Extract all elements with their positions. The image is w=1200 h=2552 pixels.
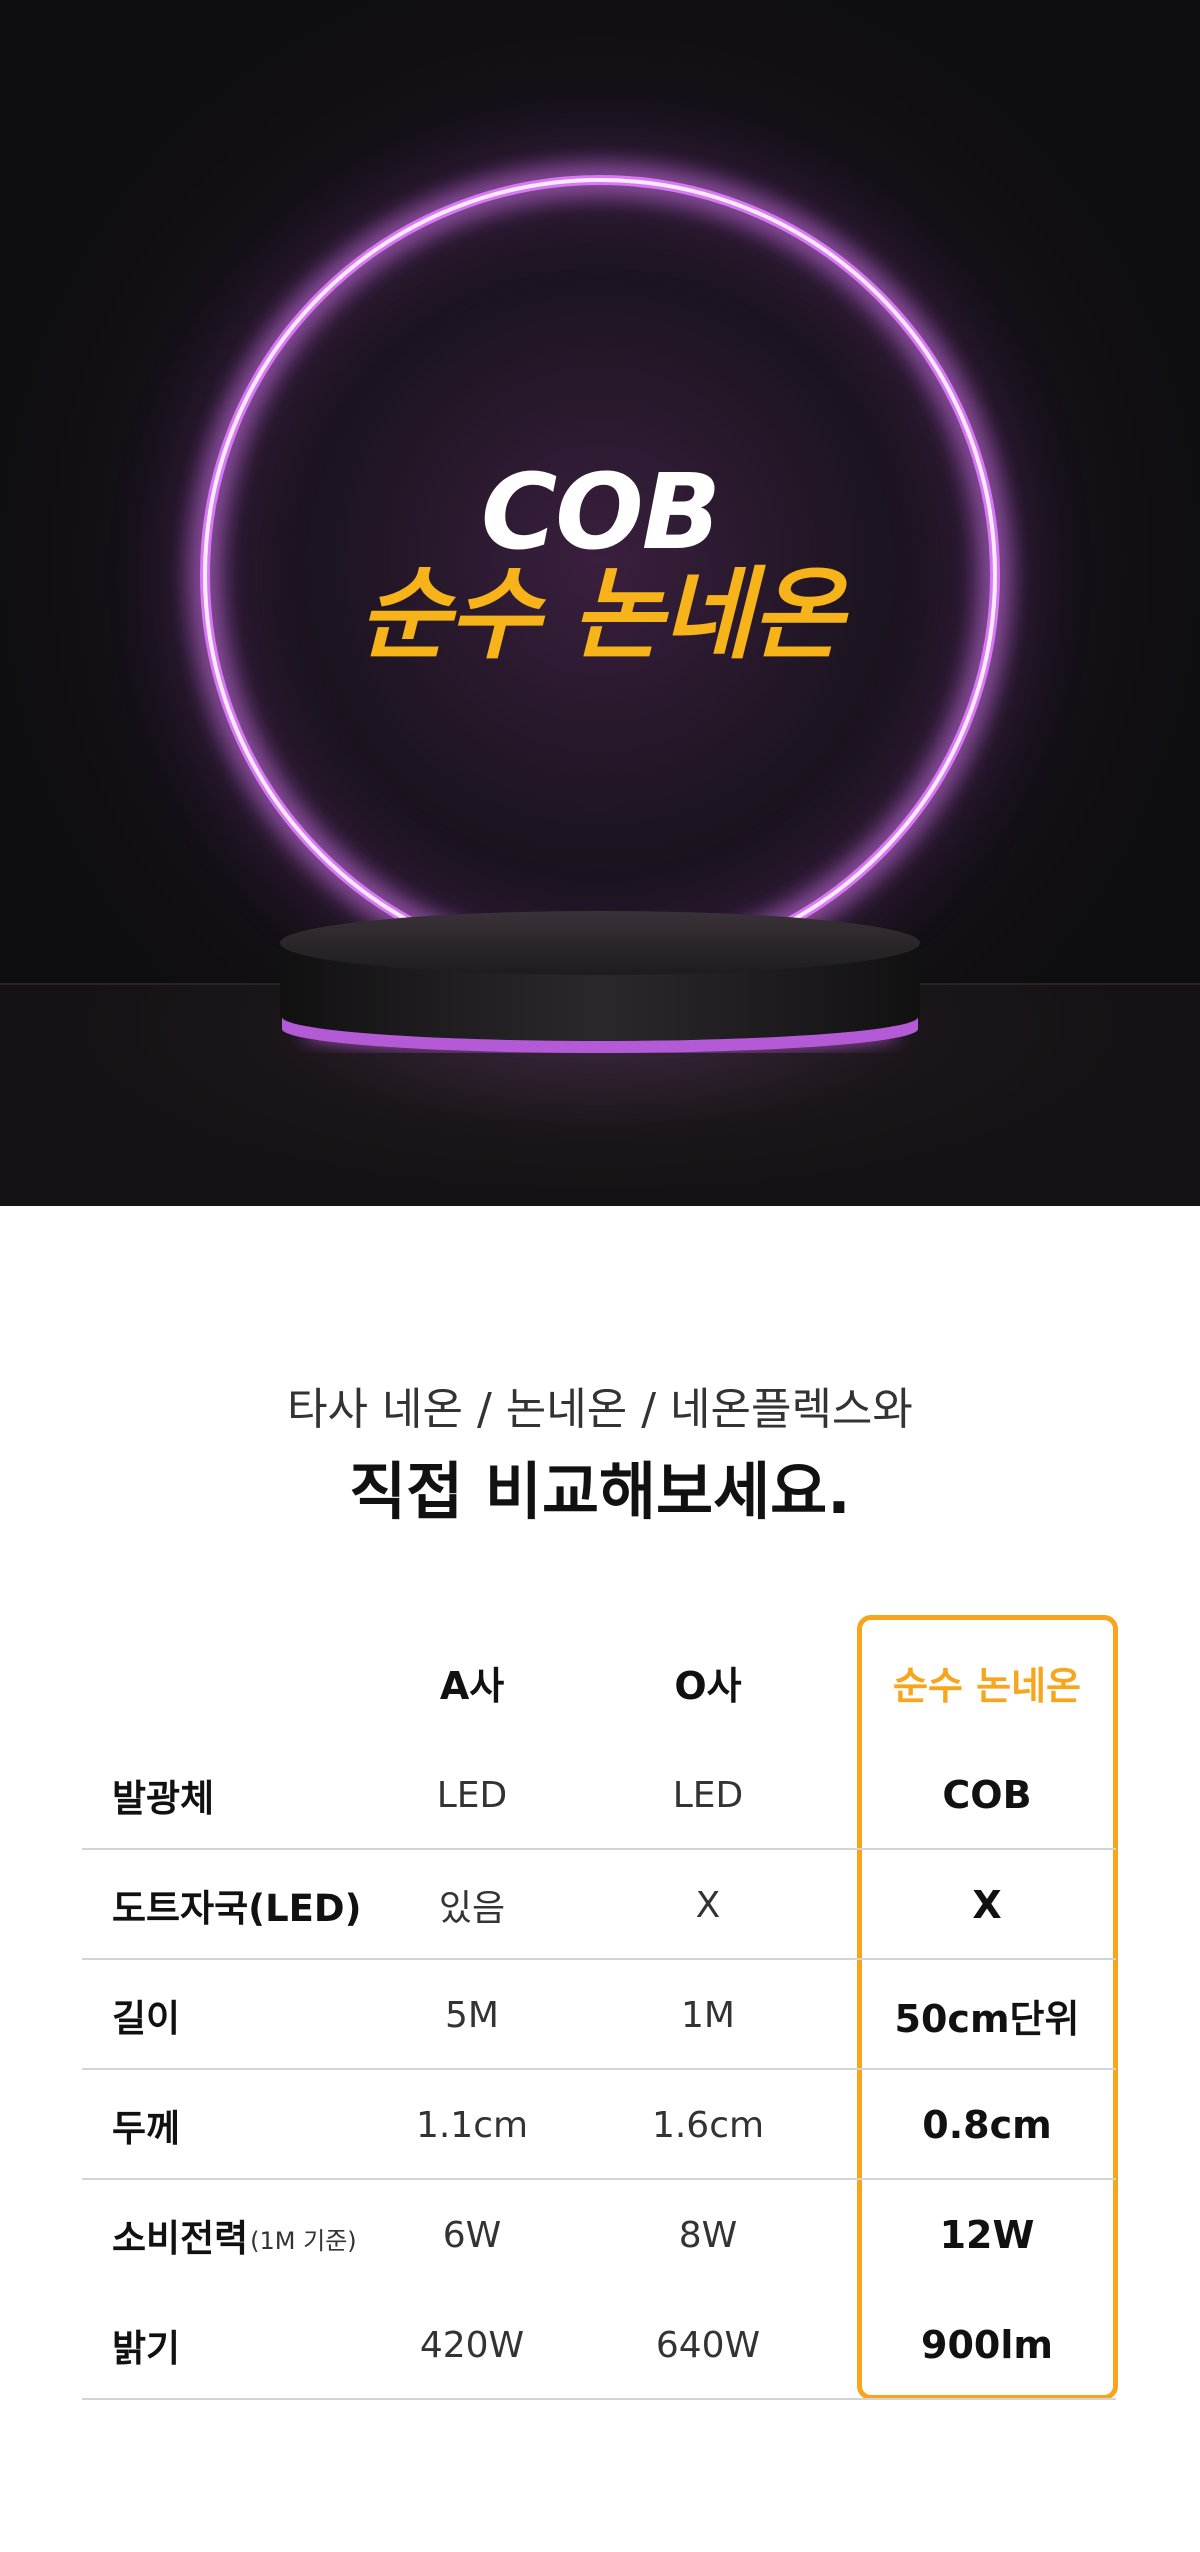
cell-o: X [695, 1884, 721, 1926]
row-label: 발광체 [112, 1777, 215, 1820]
cell-product: 900lm [921, 2323, 1053, 2367]
row-label-note: (1M 기준) [250, 2226, 357, 2255]
cell-o: LED [672, 1774, 744, 1816]
hero-title-ko: 순수 논네온 [358, 556, 844, 673]
cell-product: 50cm단위 [894, 1996, 1080, 2041]
cell-a: 있음 [438, 1888, 506, 1929]
row-label: 두께 [112, 2107, 181, 2150]
comparison-headline: 직접 비교해보세요. [349, 1455, 851, 1528]
podium-graphic [280, 911, 920, 1053]
cell-o: 8W [678, 2214, 738, 2256]
cell-product: 0.8cm [922, 2103, 1052, 2147]
column-header-a: A사 [439, 1664, 505, 1708]
comparison-table: A사 O사 순수 논네온 발광체 LED LED COB 도트자국(LED) 있… [82, 1625, 1116, 2400]
cell-product: 12W [939, 2213, 1035, 2257]
cell-product: COB [942, 1773, 1032, 1817]
column-header-o: O사 [674, 1664, 742, 1708]
cell-a: LED [436, 1774, 508, 1816]
hero-title-en: COB [480, 451, 721, 573]
comparison-subtitle: 타사 네온 / 논네온 / 네온플렉스와 [287, 1384, 913, 1435]
table-row: 두께 1.1cm 1.6cm 0.8cm [82, 2070, 1116, 2180]
column-header-product: 순수 논네온 [892, 1664, 1082, 1708]
table-header-row: A사 O사 순수 논네온 [82, 1625, 1116, 1740]
cell-o: 640W [655, 2324, 761, 2366]
cell-o: 1M [681, 1994, 735, 2036]
table-row: 도트자국(LED) 있음 X X [82, 1850, 1116, 1960]
cell-o: 1.6cm [651, 2104, 765, 2146]
row-label: 밝기 [112, 2327, 181, 2370]
cell-a: 1.1cm [415, 2104, 529, 2146]
cell-a: 6W [442, 2214, 502, 2256]
table-row: 밝기 420W 640W 900lm [82, 2290, 1116, 2400]
cell-a: 5M [445, 1994, 499, 2036]
table-row: 길이 5M 1M 50cm단위 [82, 1960, 1116, 2070]
cell-product: X [972, 1883, 1002, 1927]
row-label: 소비전력 (1M 기준) [112, 2217, 357, 2260]
table-row: 소비전력 (1M 기준) 6W 8W 12W [82, 2180, 1116, 2290]
table-row: 발광체 LED LED COB [82, 1740, 1116, 1850]
row-label: 길이 [112, 1997, 181, 2040]
row-label: 도트자국(LED) [112, 1887, 362, 1930]
hero-banner: COB 순수 논네온 [0, 0, 1200, 1206]
cell-a: 420W [419, 2324, 525, 2366]
